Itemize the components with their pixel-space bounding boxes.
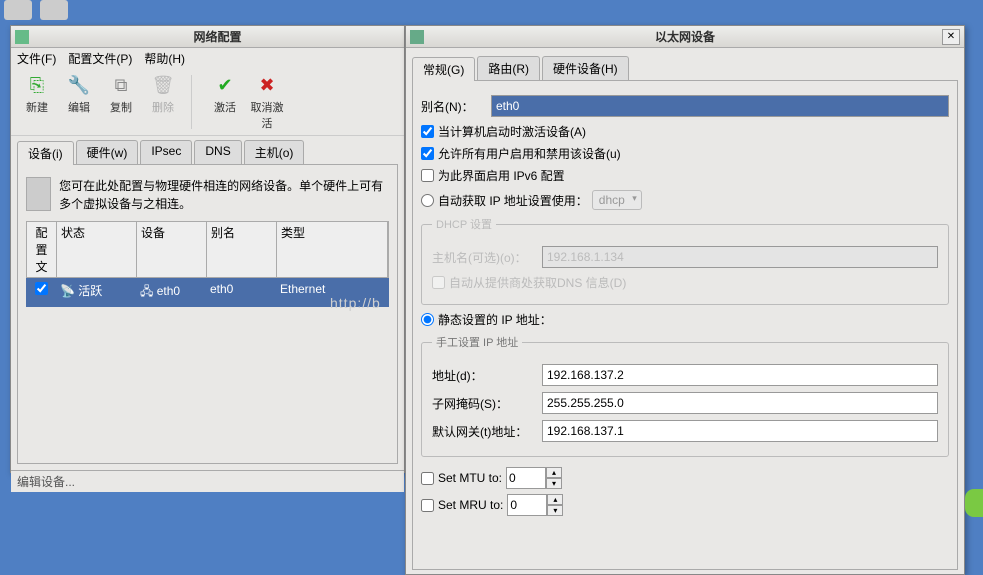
tab-general[interactable]: 常规(G) <box>412 57 475 81</box>
menu-profile[interactable]: 配置文件(P) <box>68 50 132 67</box>
mru-up[interactable]: ▴ <box>547 494 563 505</box>
gateway-label: 默认网关(t)地址： <box>432 423 542 440</box>
dhcp-hostname-label: 主机名(可选)(o)： <box>432 249 542 266</box>
allow-all-users-checkbox[interactable] <box>421 147 434 160</box>
side-widget[interactable] <box>965 489 983 517</box>
tab-hardware[interactable]: 硬件(w) <box>76 140 139 164</box>
desktop-icon-computer[interactable] <box>4 0 32 20</box>
row-alias: eth0 <box>206 280 276 305</box>
address-label: 地址(d)： <box>432 367 542 384</box>
desktop-icon-printer[interactable] <box>40 0 68 20</box>
edit-button[interactable]: 🔧编辑 <box>59 73 99 131</box>
devices-icon <box>26 177 51 211</box>
mru-input[interactable] <box>507 494 547 516</box>
titlebar[interactable]: 以太网设备 ✕ <box>406 26 964 48</box>
auto-dns-checkbox <box>432 276 445 289</box>
dhcp-radio-label: 自动获取 IP 地址设置使用： <box>438 192 588 209</box>
auto-dns-label: 自动从提供商处获取DNS 信息(D) <box>449 274 626 291</box>
mtu-input[interactable] <box>506 467 546 489</box>
dhcp-radio[interactable] <box>421 194 434 207</box>
network-icon <box>15 30 29 44</box>
menubar: 文件(F) 配置文件(P) 帮助(H) <box>11 48 404 69</box>
row-status: 活跃 <box>78 284 102 298</box>
address-input[interactable] <box>542 364 938 386</box>
col-device: 设备 <box>137 222 207 277</box>
col-profile: 配置文 <box>27 222 57 277</box>
tab-ipsec[interactable]: IPsec <box>140 140 192 164</box>
col-type: 类型 <box>277 222 388 277</box>
table-row[interactable]: 📡 活跃 🖧 eth0 eth0 Ethernet <box>26 278 389 307</box>
row-device: eth0 <box>157 284 180 298</box>
tab-route[interactable]: 路由(R) <box>477 56 540 80</box>
row-checkbox[interactable] <box>35 282 48 295</box>
close-button[interactable]: ✕ <box>942 29 960 45</box>
gateway-input[interactable] <box>542 420 938 442</box>
statusbar: 编辑设备... <box>11 470 404 492</box>
table-header: 配置文 状态 设备 别名 类型 <box>26 221 389 278</box>
netmask-input[interactable] <box>542 392 938 414</box>
delete-button: 🗑删除 <box>143 73 183 131</box>
ethernet-icon <box>410 30 424 44</box>
col-status: 状态 <box>57 222 137 277</box>
allow-all-users-label: 允许所有用户启用和禁用该设备(u) <box>438 145 621 162</box>
window-title: 以太网设备 <box>430 28 940 45</box>
ethernet-device-window: 以太网设备 ✕ 常规(G) 路由(R) 硬件设备(H) 别名(N)： 当计算机启… <box>405 25 965 575</box>
tab-hardware[interactable]: 硬件设备(H) <box>542 56 629 80</box>
window-title: 网络配置 <box>35 28 400 45</box>
copy-button[interactable]: ⧉复制 <box>101 73 141 131</box>
menu-help[interactable]: 帮助(H) <box>144 50 185 67</box>
tabs: 设备(i) 硬件(w) IPsec DNS 主机(o) <box>11 136 404 164</box>
netmask-label: 子网掩码(S)： <box>432 395 542 412</box>
static-radio-label: 静态设置的 IP 地址： <box>438 311 552 328</box>
mru-label: Set MRU to: <box>438 498 503 512</box>
mru-checkbox[interactable] <box>421 499 434 512</box>
mru-down[interactable]: ▾ <box>547 505 563 516</box>
status-icon: 📡 <box>60 284 75 298</box>
new-button[interactable]: ⎘新建 <box>17 73 57 131</box>
dhcp-hostname-input <box>542 246 938 268</box>
tab-dns[interactable]: DNS <box>194 140 241 164</box>
activate-on-boot-checkbox[interactable] <box>421 125 434 138</box>
mtu-up[interactable]: ▴ <box>546 467 562 478</box>
col-alias: 别名 <box>207 222 277 277</box>
static-radio[interactable] <box>421 313 434 326</box>
activate-button[interactable]: ✔激活 <box>205 73 245 131</box>
ipv6-label: 为此界面启用 IPv6 配置 <box>438 167 565 184</box>
alias-label: 别名(N)： <box>421 98 491 115</box>
tab-devices[interactable]: 设备(i) <box>17 141 74 165</box>
tab-hosts[interactable]: 主机(o) <box>244 140 305 164</box>
nic-icon: 🖧 <box>140 284 153 298</box>
static-legend: 手工设置 IP 地址 <box>432 334 522 350</box>
titlebar[interactable]: 网络配置 <box>11 26 404 48</box>
dhcp-combo: dhcp <box>592 190 642 210</box>
static-fieldset: 手工设置 IP 地址 地址(d)： 子网掩码(S)： 默认网关(t)地址： <box>421 334 949 457</box>
mtu-down[interactable]: ▾ <box>546 478 562 489</box>
info-text: 您可在此处配置与物理硬件相连的网络设备。单个硬件上可有多个虚拟设备与之相连。 <box>59 177 389 213</box>
activate-on-boot-label: 当计算机启动时激活设备(A) <box>438 123 586 140</box>
tabs: 常规(G) 路由(R) 硬件设备(H) <box>406 48 964 80</box>
toolbar: ⎘新建 🔧编辑 ⧉复制 🗑删除 ✔激活 ✖取消激活 <box>11 69 404 136</box>
network-config-window: 网络配置 文件(F) 配置文件(P) 帮助(H) ⎘新建 🔧编辑 ⧉复制 🗑删除… <box>10 25 405 473</box>
mtu-checkbox[interactable] <box>421 472 434 485</box>
dhcp-fieldset: DHCP 设置 主机名(可选)(o)： 自动从提供商处获取DNS 信息(D) <box>421 216 949 305</box>
mtu-label: Set MTU to: <box>438 471 502 485</box>
dhcp-legend: DHCP 设置 <box>432 216 496 232</box>
separator <box>191 75 197 129</box>
ipv6-checkbox[interactable] <box>421 169 434 182</box>
row-type: Ethernet <box>276 280 389 305</box>
alias-input[interactable] <box>491 95 949 117</box>
menu-file[interactable]: 文件(F) <box>17 50 56 67</box>
deactivate-button[interactable]: ✖取消激活 <box>247 73 287 131</box>
